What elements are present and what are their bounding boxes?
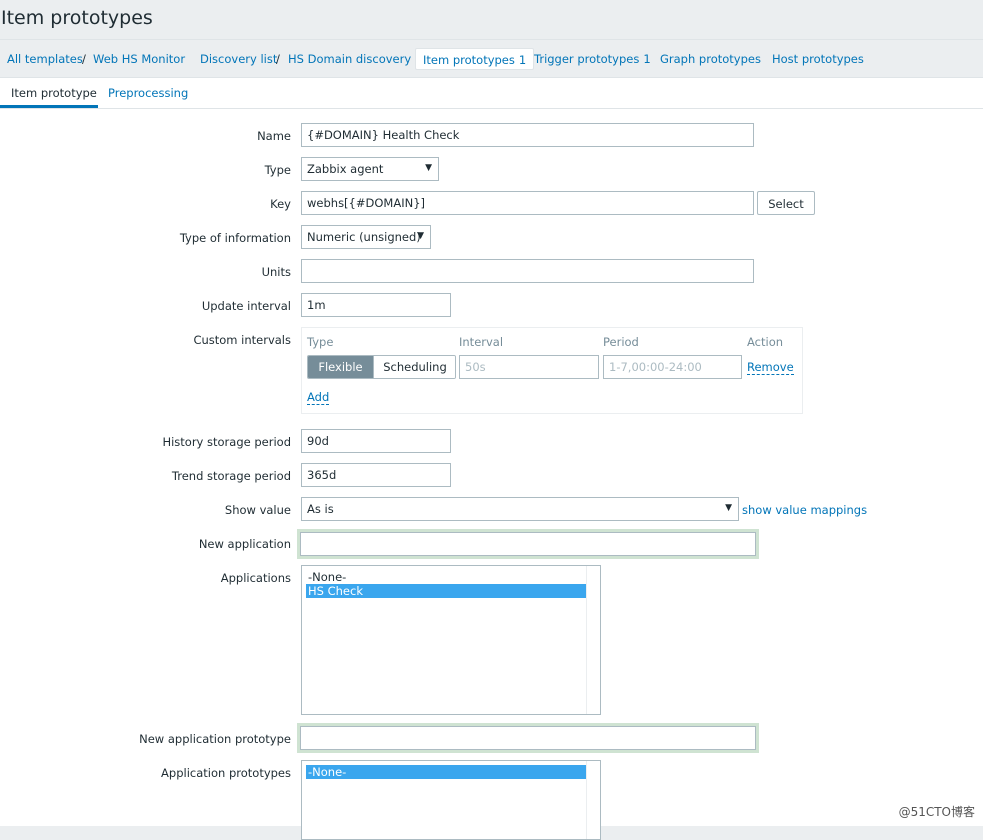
type-of-information-label: Type of information bbox=[179, 231, 291, 245]
type-select-value: Zabbix agent bbox=[307, 162, 384, 176]
units-input[interactable] bbox=[301, 259, 754, 283]
name-label: Name bbox=[257, 129, 291, 143]
crumb-trigger-prototypes-label: Trigger prototypes bbox=[534, 52, 640, 66]
flexible-toggle-button[interactable]: Flexible bbox=[308, 356, 373, 378]
crumb-trigger-prototypes[interactable]: Trigger prototypes 1 bbox=[534, 52, 651, 66]
new-application-prototype-label: New application prototype bbox=[139, 732, 291, 746]
crumb-separator: / bbox=[276, 52, 280, 66]
units-label: Units bbox=[261, 265, 291, 279]
name-input[interactable]: {#DOMAIN} Health Check bbox=[301, 123, 754, 147]
crumb-hs-domain-discovery[interactable]: HS Domain discovery bbox=[288, 52, 411, 66]
show-value-mappings-link[interactable]: show value mappings bbox=[742, 503, 867, 517]
type-of-information-select[interactable]: Numeric (unsigned) ▼ bbox=[301, 225, 431, 249]
show-value-select-value: As is bbox=[307, 502, 334, 516]
update-interval-label: Update interval bbox=[201, 299, 291, 313]
show-value-label: Show value bbox=[224, 503, 291, 517]
crumb-web-hs-monitor[interactable]: Web HS Monitor bbox=[93, 52, 185, 66]
history-storage-input[interactable]: 90d bbox=[301, 429, 451, 453]
listbox-scrollbar[interactable] bbox=[586, 761, 600, 839]
crumb-item-prototypes-label: Item prototypes bbox=[423, 53, 515, 67]
chevron-down-icon: ▼ bbox=[417, 231, 424, 241]
crumb-discovery-list[interactable]: Discovery list bbox=[200, 52, 277, 66]
listbox-scrollbar[interactable] bbox=[586, 566, 600, 714]
ci-header-action: Action bbox=[747, 335, 784, 349]
crumb-item-prototypes[interactable]: Item prototypes 1 bbox=[415, 48, 535, 70]
application-prototypes-listbox[interactable]: -None- bbox=[301, 760, 601, 840]
ci-header-period: Period bbox=[603, 335, 639, 349]
crumb-host-prototypes[interactable]: Host prototypes bbox=[772, 52, 864, 66]
chevron-down-icon: ▼ bbox=[425, 163, 432, 173]
application-option-none[interactable]: -None- bbox=[306, 570, 586, 584]
custom-interval-input[interactable]: 50s bbox=[459, 355, 599, 379]
interval-type-toggle: Flexible Scheduling bbox=[307, 355, 456, 379]
form-panel: Item prototype Preprocessing Name {#DOMA… bbox=[0, 77, 983, 840]
crumb-graph-prototypes[interactable]: Graph prototypes bbox=[660, 52, 761, 66]
ci-header-interval: Interval bbox=[459, 335, 504, 349]
new-application-prototype-input[interactable] bbox=[297, 723, 759, 753]
custom-intervals-table: Type Interval Period Action Flexible Sch… bbox=[301, 327, 803, 414]
item-prototype-form: Name {#DOMAIN} Health Check Type Zabbix … bbox=[0, 78, 983, 840]
new-application-input[interactable] bbox=[297, 529, 759, 559]
trend-storage-input[interactable]: 365d bbox=[301, 463, 451, 487]
watermark: @51CTO博客 bbox=[898, 805, 975, 819]
custom-period-input[interactable]: 1-7,00:00-24:00 bbox=[603, 355, 742, 379]
chevron-down-icon: ▼ bbox=[725, 503, 732, 513]
applications-label: Applications bbox=[220, 571, 291, 585]
update-interval-input[interactable]: 1m bbox=[301, 293, 451, 317]
application-prototypes-label: Application prototypes bbox=[161, 766, 291, 780]
crumb-all-templates[interactable]: All templates bbox=[7, 52, 83, 66]
remove-interval-link[interactable]: Remove bbox=[747, 360, 794, 375]
page-title: Item prototypes bbox=[1, 7, 153, 29]
history-storage-label: History storage period bbox=[162, 435, 291, 449]
breadcrumb: All templates / Web HS Monitor Discovery… bbox=[0, 39, 983, 77]
new-application-field[interactable] bbox=[300, 532, 756, 556]
type-label: Type bbox=[264, 163, 291, 177]
type-select[interactable]: Zabbix agent ▼ bbox=[301, 157, 439, 181]
type-of-information-value: Numeric (unsigned) bbox=[307, 230, 421, 244]
new-application-label: New application bbox=[198, 537, 291, 551]
trend-storage-label: Trend storage period bbox=[171, 469, 291, 483]
show-value-select[interactable]: As is ▼ bbox=[301, 497, 739, 521]
key-select-button[interactable]: Select bbox=[757, 191, 815, 215]
application-prototype-option-none[interactable]: -None- bbox=[306, 765, 586, 779]
page-header: Item prototypes bbox=[0, 0, 983, 39]
trigger-prototypes-count: 1 bbox=[643, 52, 651, 66]
key-input[interactable]: webhs[{#DOMAIN}] bbox=[301, 191, 754, 215]
new-application-prototype-field[interactable] bbox=[300, 726, 756, 750]
ci-header-type: Type bbox=[307, 335, 334, 349]
add-interval-link[interactable]: Add bbox=[307, 390, 330, 405]
item-prototypes-count: 1 bbox=[518, 53, 527, 67]
application-option-hs-check[interactable]: HS Check bbox=[306, 584, 586, 598]
scheduling-toggle-button[interactable]: Scheduling bbox=[373, 356, 455, 378]
key-label: Key bbox=[270, 197, 291, 211]
crumb-separator: / bbox=[82, 52, 86, 66]
custom-intervals-label: Custom intervals bbox=[193, 333, 291, 347]
applications-listbox[interactable]: -None- HS Check bbox=[301, 565, 601, 715]
